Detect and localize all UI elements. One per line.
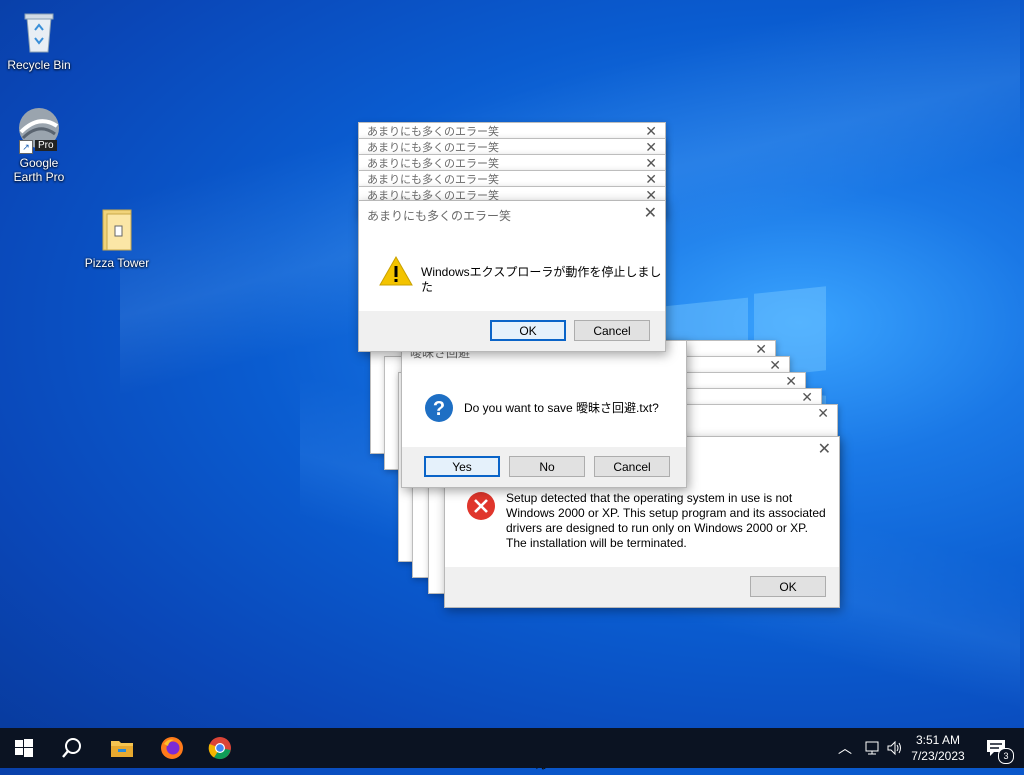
desktop-icon-pizza-tower[interactable]: Pizza Tower (79, 206, 155, 270)
svg-text:?: ? (433, 398, 445, 420)
taskbar: ︿ 3:51 AM 7/23/2023 3 (0, 728, 1024, 768)
ok-button[interactable]: OK (490, 320, 566, 341)
google-earth-icon: Pro ↗ (15, 106, 63, 154)
close-icon[interactable]: ✕ (769, 357, 781, 373)
tray-overflow-button[interactable]: ︿ (838, 728, 852, 768)
network-button[interactable] (862, 728, 880, 768)
close-icon[interactable]: ✕ (644, 206, 657, 222)
action-center-button[interactable]: 3 (978, 728, 1014, 768)
warning-message: Windowsエクスプローラが動作を停止しました (421, 265, 662, 294)
close-icon[interactable]: ✕ (785, 373, 797, 389)
dialog-title: あまりにも多くのエラー笑 (367, 126, 499, 138)
pro-badge: Pro (35, 140, 57, 151)
close-icon[interactable]: ✕ (645, 155, 657, 171)
firefox-icon (161, 737, 183, 759)
close-icon[interactable]: ✕ (818, 442, 831, 458)
chrome-button[interactable] (196, 728, 244, 768)
dialog-title: あまりにも多くのエラー笑 (367, 174, 499, 186)
notification-count-badge: 3 (998, 748, 1014, 764)
clock[interactable]: 3:51 AM 7/23/2023 (906, 728, 970, 768)
start-button[interactable] (0, 728, 48, 768)
shortcut-arrow-icon: ↗ (19, 140, 33, 154)
dialog-footer: Yes No Cancel (402, 447, 686, 487)
close-icon[interactable]: ✕ (645, 123, 657, 139)
setup-error-message: Setup detected that the operating system… (506, 491, 826, 551)
clock-date: 7/23/2023 (911, 749, 965, 763)
error-icon (466, 491, 496, 526)
close-icon[interactable]: ✕ (645, 139, 657, 155)
close-icon[interactable]: ✕ (755, 341, 767, 357)
dialog-title: あまりにも多くのエラー笑 (367, 208, 512, 223)
desktop-icon-recycle-bin[interactable]: Recycle Bin (1, 8, 77, 72)
close-icon[interactable]: ✕ (817, 405, 829, 421)
desktop-icon-google-earth-pro[interactable]: Pro ↗ Google Earth Pro (1, 106, 77, 184)
save-dialog[interactable]: 曖昧さ回避 ? Do you want to save 曖昧さ回避.txt? Y… (401, 340, 687, 488)
recycle-bin-icon (15, 8, 63, 56)
search-icon (62, 738, 81, 758)
dialog-titlebar[interactable]: あまりにも多くのエラー笑 ✕ (359, 201, 665, 229)
volume-button[interactable] (886, 728, 904, 768)
desktop-icon-label: Google Earth Pro (13, 156, 65, 184)
cancel-button[interactable]: Cancel (594, 456, 670, 477)
volume-icon (887, 740, 901, 756)
start-icon (15, 739, 33, 757)
network-icon (865, 741, 879, 755)
no-button[interactable]: No (509, 456, 585, 477)
dialog-footer: OK (445, 567, 839, 607)
chrome-icon (208, 737, 231, 760)
save-message: Do you want to save 曖昧さ回避.txt? (464, 401, 659, 415)
message-line: The installation will be terminated. (506, 536, 687, 550)
desktop-icon-label: Recycle Bin (7, 58, 71, 72)
search-button[interactable] (48, 728, 96, 768)
message-line: Windows 2000 or XP. This setup program a… (506, 506, 826, 520)
dialog-title: あまりにも多くのエラー笑 (367, 158, 499, 170)
folder-icon (93, 206, 141, 254)
desktop-icon-label: Pizza Tower (84, 256, 150, 270)
yes-button[interactable]: Yes (424, 456, 500, 477)
message-line: Setup detected that the operating system… (506, 491, 793, 505)
question-icon: ? (424, 393, 454, 428)
file-explorer-button[interactable] (98, 728, 146, 768)
dialog-title: あまりにも多くのエラー笑 (367, 142, 499, 154)
file-explorer-icon (111, 741, 133, 757)
warning-icon (379, 255, 413, 292)
chevron-up-icon[interactable]: ︿ (838, 738, 852, 758)
cancel-button[interactable]: Cancel (574, 320, 650, 341)
ok-button[interactable]: OK (750, 576, 826, 597)
close-icon[interactable]: ✕ (645, 171, 657, 187)
firefox-button[interactable] (148, 728, 196, 768)
close-icon[interactable]: ✕ (801, 389, 813, 405)
message-line: drivers are designed to run only on Wind… (506, 521, 808, 535)
clock-time: 3:51 AM (915, 733, 961, 747)
dialog-footer: OK Cancel (359, 311, 665, 351)
explorer-warning-dialog[interactable]: あまりにも多くのエラー笑 ✕ Windowsエクスプローラが動作を停止しました … (358, 200, 666, 352)
